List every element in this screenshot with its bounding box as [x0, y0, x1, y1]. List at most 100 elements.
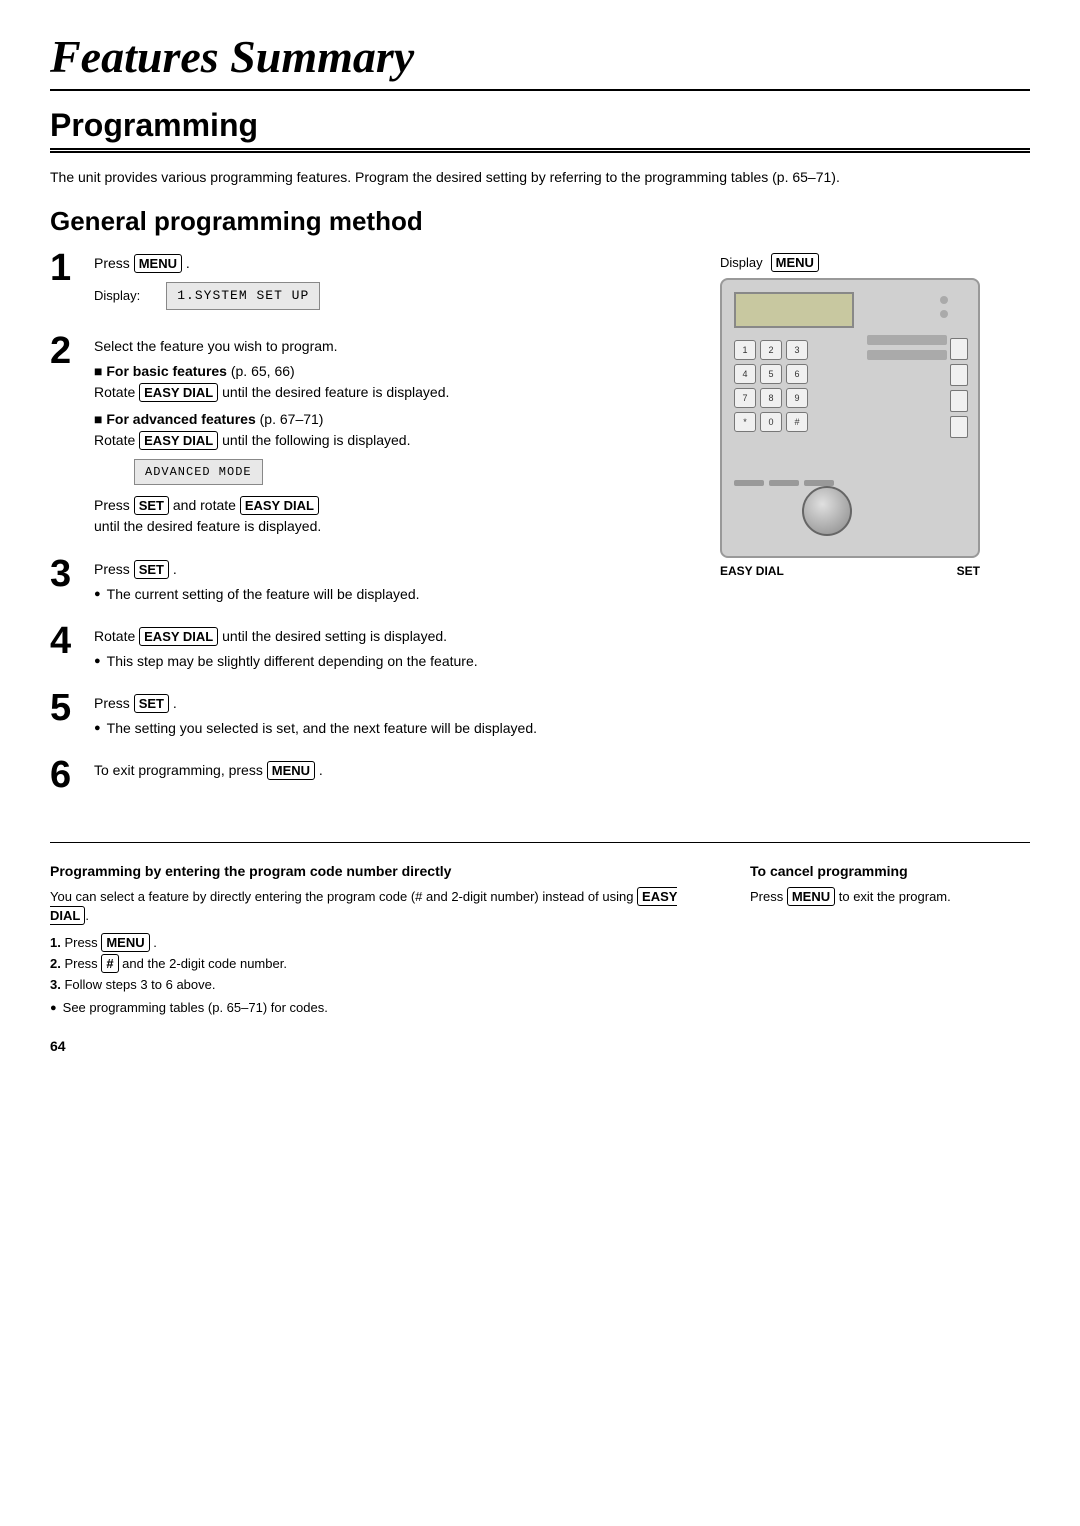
bottom-bullet: See programming tables (p. 65–71) for co…: [50, 1000, 710, 1015]
keypad-row-2: 4 5 6: [734, 364, 808, 384]
key-2: 2: [760, 340, 782, 360]
bottom-step-2: 2. Press # and the 2-digit code number.: [50, 955, 710, 973]
step-1-display-row: Display: 1.SYSTEM SET UP: [94, 278, 700, 314]
easy-dial-key-advanced: EASY DIAL: [139, 431, 218, 450]
step-4: 4 Rotate EASY DIAL until the desired set…: [50, 626, 700, 675]
bottom-left: Programming by entering the program code…: [50, 863, 710, 1019]
device-bottom-labels: EASY DIAL SET: [720, 564, 980, 578]
easy-dial-key-basic: EASY DIAL: [139, 383, 218, 402]
step-6: 6 To exit programming, press MENU .: [50, 760, 700, 794]
device-screen-lines: [867, 335, 947, 360]
device-keypad: 1 2 3 4 5 6 7 8 9 * 0 #: [734, 340, 808, 436]
hash-key-bottom: #: [101, 954, 118, 973]
step-3-bullet-text: The current setting of the feature will …: [107, 584, 420, 605]
step-2-advanced: ■ For advanced features (p. 67–71) Rotat…: [94, 409, 700, 451]
side-btn-3: [950, 390, 968, 412]
key-3: 3: [786, 340, 808, 360]
set-key-step2: SET: [134, 496, 169, 515]
device-menu-key: MENU: [771, 253, 819, 272]
step-1: 1 Press MENU . Display: 1.SYSTEM SET UP: [50, 253, 700, 318]
step-5-content: Press SET . The setting you selected is …: [94, 693, 700, 742]
step-6-number: 6: [50, 756, 80, 794]
step-2: 2 Select the feature you wish to program…: [50, 336, 700, 541]
menu-key-step1: MENU: [134, 254, 182, 273]
device-side-buttons: [950, 338, 968, 438]
h-line-3: [804, 480, 834, 486]
key-star: *: [734, 412, 756, 432]
steps-column: 1 Press MENU . Display: 1.SYSTEM SET UP …: [50, 253, 700, 812]
step-5-bullet: The setting you selected is set, and the…: [94, 718, 700, 739]
side-btn-1: [950, 338, 968, 360]
step-1-content: Press MENU . Display: 1.SYSTEM SET UP: [94, 253, 700, 318]
key-4: 4: [734, 364, 756, 384]
device-dial-area: [802, 486, 852, 536]
device-indicator-2: [940, 310, 948, 318]
display-box-step1: 1.SYSTEM SET UP: [166, 282, 320, 310]
step-4-number: 4: [50, 622, 80, 660]
step-3-number: 3: [50, 555, 80, 593]
step-2-content: Select the feature you wish to program. …: [94, 336, 700, 541]
key-9: 9: [786, 388, 808, 408]
step-5: 5 Press SET . The setting you selected i…: [50, 693, 700, 742]
keypad-row-1: 1 2 3: [734, 340, 808, 360]
menu-key-bottom-1: MENU: [101, 933, 149, 952]
device-display-text: Display: [720, 255, 763, 270]
page-number: 64: [50, 1038, 1030, 1054]
step-2-basic: ■ For basic features (p. 65, 66) Rotate …: [94, 361, 700, 403]
bottom-step-1: 1. Press MENU .: [50, 934, 710, 952]
set-key-step5: SET: [134, 694, 169, 713]
key-0: 0: [760, 412, 782, 432]
h-line-1: [734, 480, 764, 486]
step-6-text: To exit programming, press MENU .: [94, 760, 700, 781]
device-bottom-lines: [734, 480, 834, 486]
step-4-text: Rotate EASY DIAL until the desired setti…: [94, 626, 700, 647]
step-6-content: To exit programming, press MENU .: [94, 760, 700, 785]
bottom-bullet-text: See programming tables (p. 65–71) for co…: [63, 1000, 328, 1015]
key-6: 6: [786, 364, 808, 384]
key-7: 7: [734, 388, 756, 408]
easy-dial-key-step2: EASY DIAL: [240, 496, 319, 515]
section-title: Programming: [50, 97, 1030, 153]
h-line-2: [769, 480, 799, 486]
step-4-bullet-text: This step may be slightly different depe…: [107, 651, 478, 672]
key-1: 1: [734, 340, 756, 360]
set-label: SET: [957, 564, 980, 578]
easy-dial-label: EASY DIAL: [720, 564, 784, 578]
side-btn-2: [950, 364, 968, 386]
bottom-right: To cancel programming Press MENU to exit…: [750, 863, 1030, 1019]
bottom-step-3: 3. Follow steps 3 to 6 above.: [50, 976, 710, 994]
menu-key-cancel: MENU: [787, 887, 835, 906]
keypad-row-4: * 0 #: [734, 412, 808, 432]
step-3: 3 Press SET . The current setting of the…: [50, 559, 700, 608]
easy-dial-key-bottom: EASY DIAL: [50, 887, 677, 926]
bottom-section: Programming by entering the program code…: [50, 863, 1030, 1019]
advanced-mode-display: ADVANCED MODE: [134, 459, 263, 485]
step-5-number: 5: [50, 689, 80, 727]
display-label-step1: Display:: [94, 286, 140, 306]
device-display-label-row: Display MENU: [720, 253, 819, 272]
set-key-step3: SET: [134, 560, 169, 579]
step-2-intro: Select the feature you wish to program.: [94, 336, 700, 357]
device-body: 1 2 3 4 5 6 7 8 9 * 0 #: [720, 278, 980, 558]
step-2-press-set: Press SET and rotate EASY DIAL until the…: [94, 495, 700, 537]
advanced-pages: (p. 67–71): [256, 411, 324, 427]
step-1-text: Press MENU .: [94, 253, 700, 274]
key-hash: #: [786, 412, 808, 432]
intro-text: The unit provides various programming fe…: [50, 167, 1030, 188]
bottom-right-text: Press MENU to exit the program.: [750, 887, 1030, 907]
step-4-content: Rotate EASY DIAL until the desired setti…: [94, 626, 700, 675]
page-title: Features Summary: [50, 30, 1030, 91]
bottom-right-title: To cancel programming: [750, 863, 1030, 879]
menu-key-step6: MENU: [267, 761, 315, 780]
side-btn-4: [950, 416, 968, 438]
step-5-text: Press SET .: [94, 693, 700, 714]
key-5: 5: [760, 364, 782, 384]
bottom-left-title: Programming by entering the program code…: [50, 863, 710, 879]
screen-line-1: [867, 335, 947, 345]
bottom-left-text: You can select a feature by directly ent…: [50, 887, 710, 926]
key-8: 8: [760, 388, 782, 408]
step-1-number: 1: [50, 249, 80, 287]
basic-features-label: For basic features: [106, 363, 227, 379]
step-5-bullet-text: The setting you selected is set, and the…: [107, 718, 537, 739]
step-2-number: 2: [50, 332, 80, 370]
